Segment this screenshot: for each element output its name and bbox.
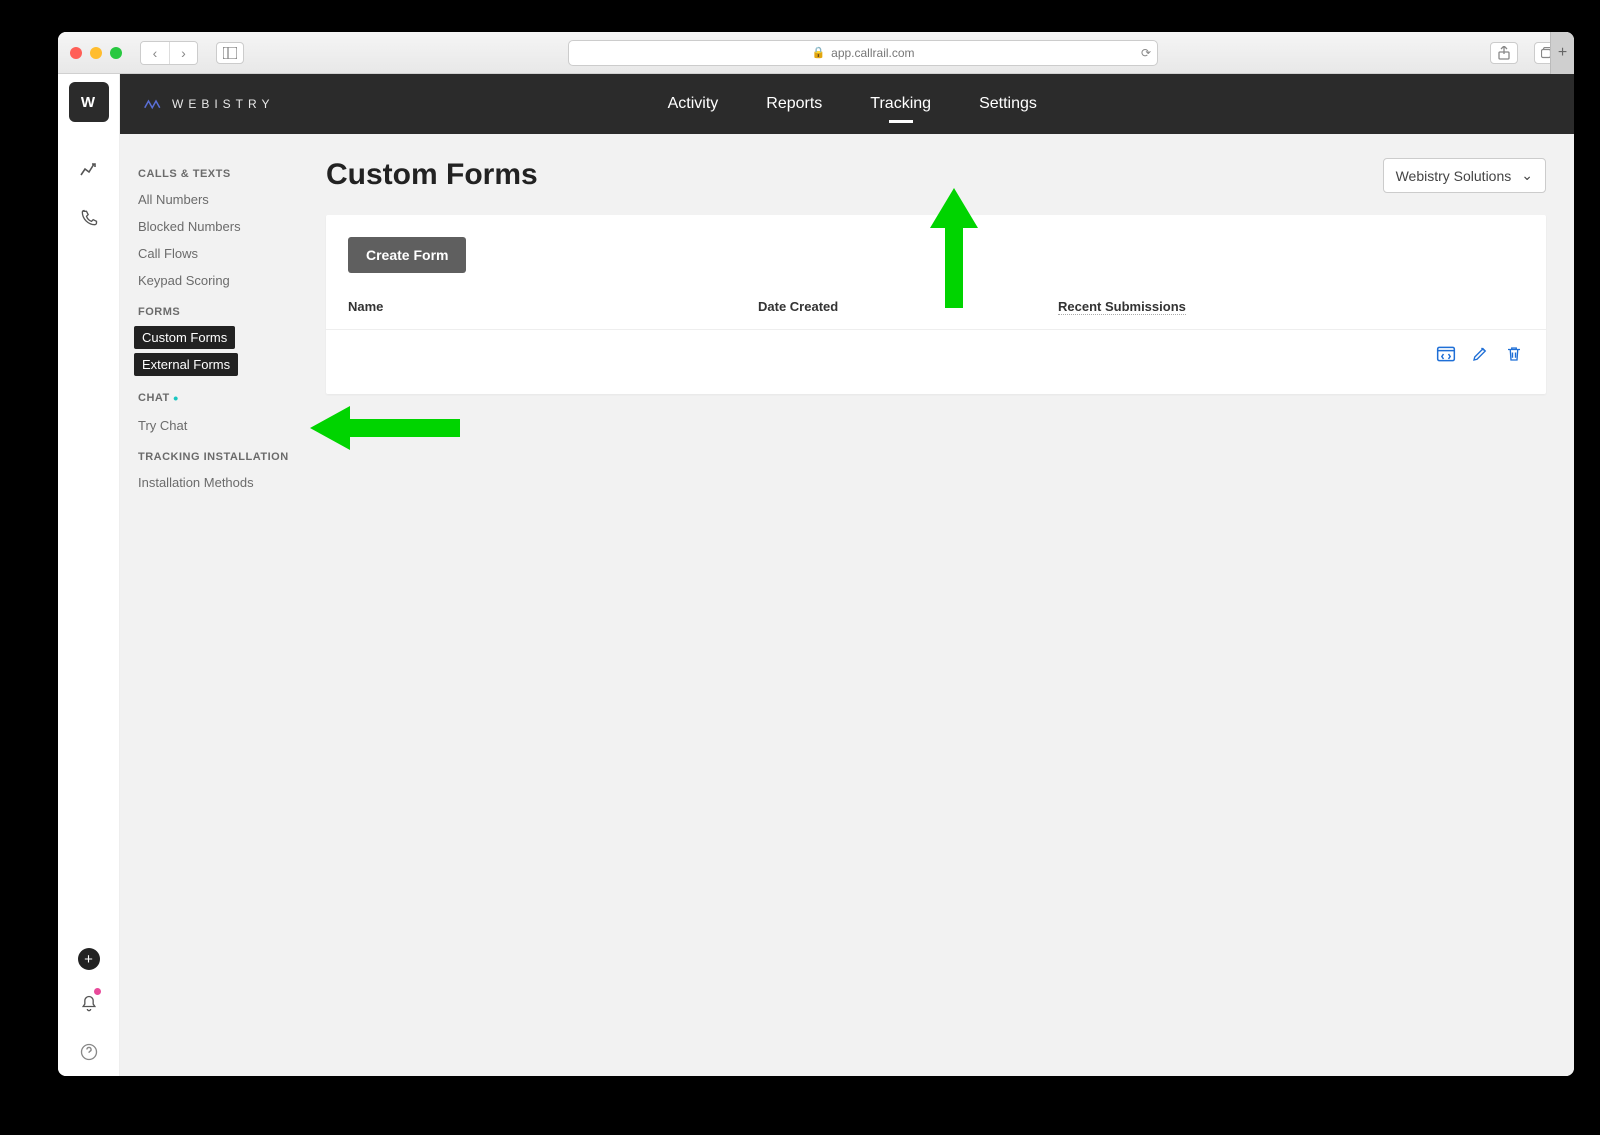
annotation-arrow-up <box>930 188 978 308</box>
nav-settings[interactable]: Settings <box>979 91 1037 117</box>
top-nav: Activity Reports Tracking Settings <box>274 91 1430 117</box>
create-form-button[interactable]: Create Form <box>348 237 466 273</box>
new-tab-button[interactable]: + <box>1550 32 1574 74</box>
nav-reports[interactable]: Reports <box>766 91 822 117</box>
sidebar: CALLS & TEXTS All Numbers Blocked Number… <box>120 134 310 1076</box>
nav-activity[interactable]: Activity <box>668 91 719 117</box>
col-name: Name <box>348 299 758 315</box>
nav-tracking[interactable]: Tracking <box>870 91 931 117</box>
brand[interactable]: WEBISTRY <box>144 95 274 113</box>
brand-text: WEBISTRY <box>172 97 274 111</box>
annotation-arrow-left <box>310 406 460 450</box>
trash-icon[interactable] <box>1504 344 1524 364</box>
browser-chrome: ‹ › 🔒 app.callrail.com ⟳ <box>58 32 1574 74</box>
back-button[interactable]: ‹ <box>141 42 169 64</box>
topbar: WEBISTRY Activity Reports Tracking Setti… <box>120 74 1574 134</box>
table-row <box>326 330 1546 394</box>
chevron-down-icon: ⌄ <box>1521 167 1533 184</box>
window-zoom-icon[interactable] <box>110 47 122 59</box>
brand-square[interactable]: W <box>69 82 109 122</box>
sidebar-toggle-button[interactable] <box>216 42 244 64</box>
forward-button[interactable]: › <box>169 42 197 64</box>
brand-logo-icon <box>144 95 162 113</box>
left-rail: W + <box>58 74 120 1076</box>
sidebar-item-keypad-scoring[interactable]: Keypad Scoring <box>120 267 310 294</box>
sidebar-item-external-forms[interactable]: External Forms <box>134 353 238 376</box>
brand-letter: W <box>81 94 96 111</box>
help-icon[interactable] <box>71 1034 107 1070</box>
nav-back-forward: ‹ › <box>140 41 198 65</box>
sidebar-head-tracking-install: TRACKING INSTALLATION <box>120 439 310 469</box>
address-bar-wrap: 🔒 app.callrail.com ⟳ <box>254 40 1472 66</box>
account-dropdown-label: Webistry Solutions <box>1396 168 1512 184</box>
sidebar-item-blocked-numbers[interactable]: Blocked Numbers <box>120 213 310 240</box>
notifications-icon[interactable] <box>71 986 107 1022</box>
phone-icon[interactable] <box>71 200 107 236</box>
share-button[interactable] <box>1490 42 1518 64</box>
embed-code-icon[interactable] <box>1436 344 1456 364</box>
sidebar-item-all-numbers[interactable]: All Numbers <box>120 186 310 213</box>
sidebar-item-call-flows[interactable]: Call Flows <box>120 240 310 267</box>
page-title: Custom Forms <box>326 158 538 192</box>
app-main: WEBISTRY Activity Reports Tracking Setti… <box>120 74 1574 1076</box>
edit-icon[interactable] <box>1470 344 1490 364</box>
url-text: app.callrail.com <box>831 46 914 60</box>
chat-new-dot-icon: • <box>173 390 178 406</box>
app-root: W + <box>58 74 1574 1076</box>
sidebar-head-calls-texts: CALLS & TEXTS <box>120 156 310 186</box>
sidebar-head-chat-text: CHAT <box>138 392 170 404</box>
add-button[interactable]: + <box>78 948 100 970</box>
account-dropdown[interactable]: Webistry Solutions ⌄ <box>1383 158 1546 193</box>
row-actions <box>1436 344 1524 364</box>
col-date-created: Date Created <box>758 299 1058 315</box>
sidebar-head-chat: CHAT • <box>120 378 310 412</box>
window-close-icon[interactable] <box>70 47 82 59</box>
analytics-icon[interactable] <box>71 152 107 188</box>
reload-icon[interactable]: ⟳ <box>1141 46 1151 60</box>
address-bar[interactable]: 🔒 app.callrail.com ⟳ <box>568 40 1158 66</box>
col-recent-submissions[interactable]: Recent Submissions <box>1058 299 1186 315</box>
browser-window: ‹ › 🔒 app.callrail.com ⟳ <box>58 32 1574 1076</box>
sidebar-item-custom-forms[interactable]: Custom Forms <box>134 326 235 349</box>
sidebar-item-try-chat[interactable]: Try Chat <box>120 412 310 439</box>
window-minimize-icon[interactable] <box>90 47 102 59</box>
stage: ‹ › 🔒 app.callrail.com ⟳ <box>0 0 1600 1135</box>
notification-dot <box>94 988 101 995</box>
body: CALLS & TEXTS All Numbers Blocked Number… <box>120 134 1574 1076</box>
sidebar-item-install-methods[interactable]: Installation Methods <box>120 469 310 496</box>
lock-icon: 🔒 <box>811 46 825 59</box>
sidebar-head-forms: FORMS <box>120 294 310 324</box>
traffic-lights <box>70 47 122 59</box>
